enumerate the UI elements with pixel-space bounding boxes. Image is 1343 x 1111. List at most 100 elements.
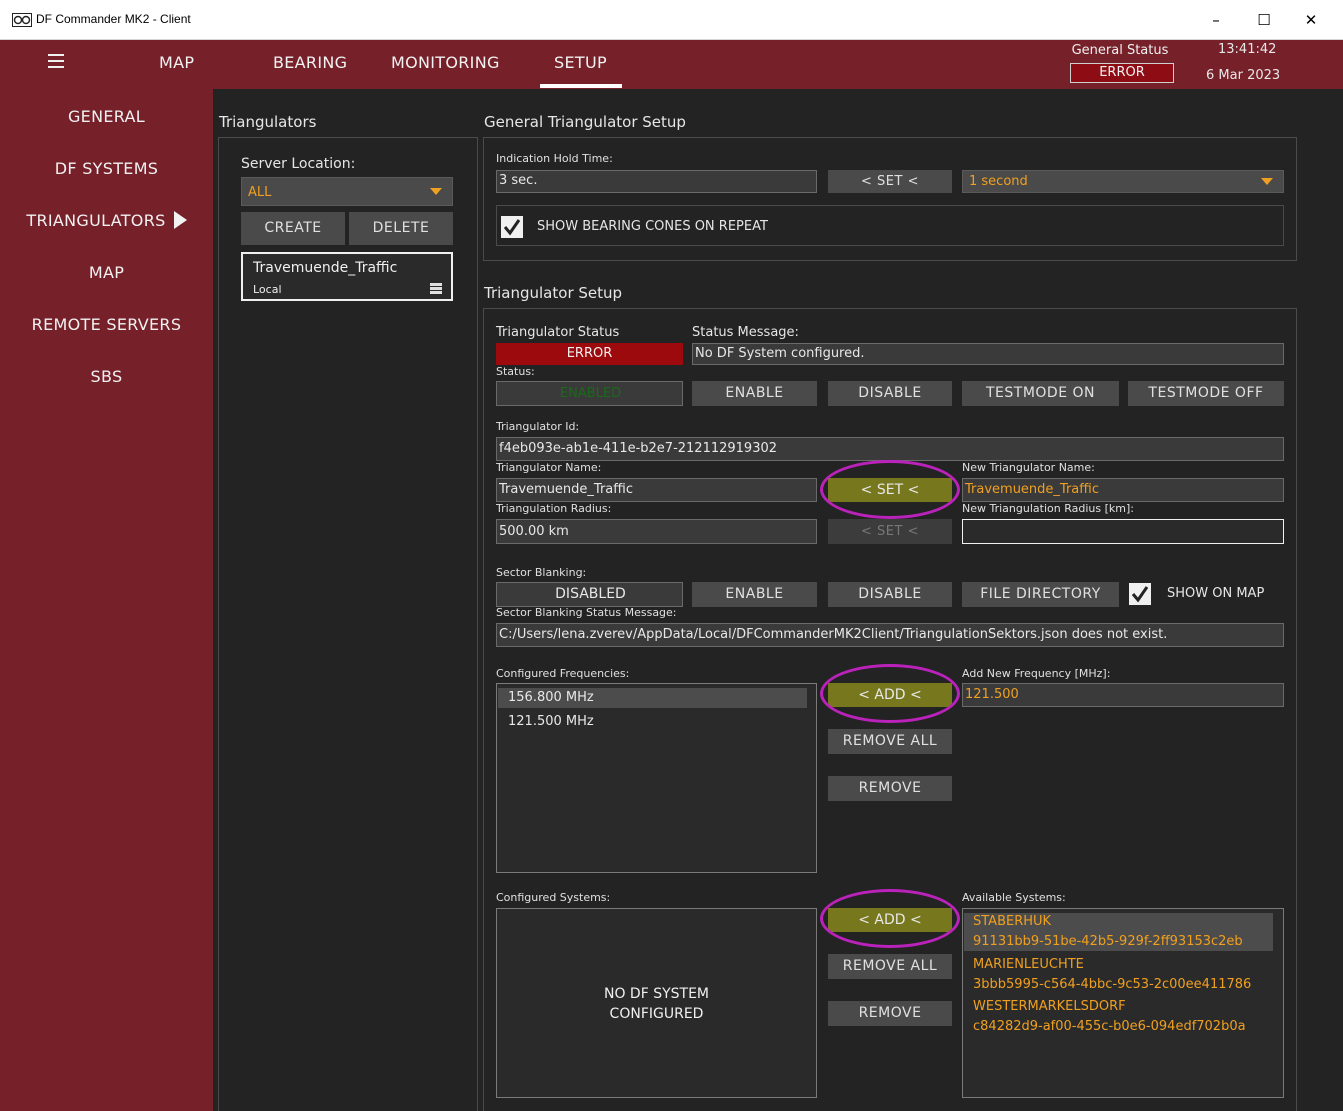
add-frequency-input[interactable]: 121.500	[962, 683, 1284, 707]
testmode-off-button[interactable]: TESTMODE OFF	[1128, 381, 1284, 406]
sector-blanking-label: Sector Blanking:	[496, 566, 587, 579]
sidebar-item-map[interactable]: MAP	[0, 263, 213, 282]
tab-monitoring[interactable]: MONITORING	[391, 53, 500, 72]
sidebar-item-general[interactable]: GENERAL	[0, 107, 213, 126]
available-systems-label: Available Systems:	[962, 891, 1066, 904]
checkmark-icon	[503, 219, 521, 236]
delete-button[interactable]: DELETE	[349, 212, 453, 245]
selected-arrow-icon	[173, 211, 187, 229]
no-system-text-2: CONFIGURED	[609, 1006, 704, 1022]
server-location-value: ALL	[248, 185, 272, 200]
available-system-name[interactable]: WESTERMARKELSDORF	[963, 999, 1126, 1014]
available-system-id: 91131bb9-51be-42b5-929f-2ff93153c2eb	[973, 934, 1243, 949]
add-system-button[interactable]: < ADD <	[828, 908, 952, 932]
sidebar: GENERAL DF SYSTEMS TRIANGULATORS MAP REM…	[0, 89, 213, 1111]
chevron-down-icon	[430, 188, 442, 195]
frequencies-list[interactable]: 156.800 MHz 121.500 MHz	[496, 683, 817, 873]
new-name-input[interactable]: Travemuende_Traffic	[962, 478, 1284, 502]
triangulator-status-badge: ERROR	[496, 343, 683, 365]
hold-time-option: 1 second	[969, 174, 1028, 189]
disable-button[interactable]: DISABLE	[828, 381, 952, 406]
available-system-id: c84282d9-af00-455c-b0e6-094edf702b0a	[973, 1019, 1246, 1034]
top-navigation: MAP BEARING MONITORING SETUP General Sta…	[0, 40, 1343, 89]
testmode-on-button[interactable]: TESTMODE ON	[962, 381, 1119, 406]
add-frequency-button[interactable]: < ADD <	[828, 683, 952, 707]
list-item[interactable]: 156.800 MHz	[498, 688, 807, 708]
available-system-id: 3bbb5995-c564-4bbc-9c53-2c00ee411786	[973, 977, 1252, 992]
triangulator-status-label: Triangulator Status	[496, 325, 620, 340]
server-location-label: Server Location:	[241, 156, 356, 172]
remove-all-frequencies-button[interactable]: REMOVE ALL	[828, 729, 952, 754]
sidebar-item-sbs[interactable]: SBS	[0, 367, 213, 386]
new-radius-label: New Triangulation Radius [km]:	[962, 502, 1134, 515]
chevron-down-icon	[1261, 178, 1273, 185]
hold-time-field: 3 sec.	[496, 170, 817, 193]
minimize-button[interactable]: –	[1201, 8, 1231, 32]
show-on-map-label: SHOW ON MAP	[1167, 586, 1265, 601]
new-name-label: New Triangulator Name:	[962, 461, 1095, 474]
triangulator-item-location: Local	[253, 283, 282, 296]
maximize-button[interactable]: ☐	[1249, 8, 1279, 32]
show-cones-label: SHOW BEARING CONES ON REPEAT	[537, 219, 768, 234]
available-systems-list[interactable]: STABERHUK 91131bb9-51be-42b5-929f-2ff931…	[962, 908, 1284, 1098]
triangulator-setup-heading: Triangulator Setup	[484, 284, 623, 302]
status-label: Status:	[496, 365, 535, 378]
general-status-label: General Status	[1071, 43, 1169, 58]
available-system-name[interactable]: MARIENLEUCHTE	[963, 957, 1084, 972]
active-tab-indicator	[540, 84, 622, 88]
sector-message-field: C:/Users/lena.zverev/AppData/Local/DFCom…	[496, 623, 1284, 647]
triangulator-item-name: Travemuende_Traffic	[253, 260, 398, 276]
sector-message-label: Sector Blanking Status Message:	[496, 606, 677, 619]
hold-time-label: Indication Hold Time:	[496, 152, 613, 165]
enabled-status-field: ENABLED	[496, 381, 683, 406]
server-location-dropdown[interactable]: ALL	[241, 177, 453, 206]
triangulator-id-label: Triangulator Id:	[496, 420, 580, 433]
server-icon	[430, 283, 442, 294]
radius-field: 500.00 km	[496, 519, 817, 544]
status-message-label: Status Message:	[692, 325, 799, 340]
new-radius-input[interactable]	[962, 519, 1284, 544]
sidebar-item-remote-servers[interactable]: REMOTE SERVERS	[0, 315, 213, 334]
tab-map[interactable]: MAP	[159, 53, 194, 72]
configured-systems-list[interactable]: NO DF SYSTEM CONFIGURED	[496, 908, 817, 1098]
sector-disable-button[interactable]: DISABLE	[828, 582, 952, 607]
remove-all-systems-button[interactable]: REMOVE ALL	[828, 954, 952, 979]
sidebar-item-label: TRIANGULATORS	[26, 211, 166, 230]
sector-enable-button[interactable]: ENABLE	[692, 582, 817, 607]
list-item[interactable]: 121.500 MHz	[498, 712, 807, 732]
configured-systems-label: Configured Systems:	[496, 891, 611, 904]
remove-system-button[interactable]: REMOVE	[828, 1001, 952, 1026]
sector-blanking-status: DISABLED	[496, 582, 683, 607]
name-set-button[interactable]: < SET <	[828, 478, 952, 502]
enable-button[interactable]: ENABLE	[692, 381, 817, 406]
no-system-text: NO DF SYSTEM	[603, 986, 710, 1002]
status-message-field: No DF System configured.	[692, 343, 1284, 365]
show-on-map-checkbox[interactable]	[1129, 583, 1151, 605]
triangulator-name-field: Travemuende_Traffic	[496, 478, 817, 502]
add-frequency-label: Add New Frequency [MHz]:	[962, 667, 1111, 680]
triangulator-id-field: f4eb093e-ab1e-411e-b2e7-212112919302	[496, 437, 1284, 461]
hold-time-dropdown[interactable]: 1 second	[962, 170, 1284, 193]
clock-time: 13:41:42	[1218, 42, 1277, 57]
hold-time-set-button[interactable]: < SET <	[828, 170, 952, 193]
tab-setup[interactable]: SETUP	[554, 53, 607, 72]
radius-label: Triangulation Radius:	[496, 502, 612, 515]
window-title: DF Commander MK2 - Client	[36, 12, 191, 26]
general-setup-heading: General Triangulator Setup	[484, 113, 686, 131]
triangulator-list-item[interactable]: Travemuende_Traffic Local	[241, 252, 453, 301]
file-directory-button[interactable]: FILE DIRECTORY	[962, 582, 1119, 607]
remove-frequency-button[interactable]: REMOVE	[828, 776, 952, 801]
tab-bearing[interactable]: BEARING	[273, 53, 347, 72]
checkmark-icon	[1131, 586, 1149, 603]
triangulators-heading: Triangulators	[219, 113, 317, 131]
show-cones-checkbox[interactable]	[501, 216, 523, 238]
close-button[interactable]: ✕	[1296, 8, 1326, 32]
frequencies-label: Configured Frequencies:	[496, 667, 630, 680]
general-status-badge: ERROR	[1070, 63, 1174, 83]
sidebar-item-triangulators[interactable]: TRIANGULATORS	[0, 211, 213, 230]
create-button[interactable]: CREATE	[241, 212, 345, 245]
radius-set-button[interactable]: < SET <	[828, 519, 952, 544]
sidebar-item-df-systems[interactable]: DF SYSTEMS	[0, 159, 213, 178]
hamburger-menu-icon[interactable]	[48, 54, 64, 68]
available-system-name[interactable]: STABERHUK	[963, 914, 1051, 929]
